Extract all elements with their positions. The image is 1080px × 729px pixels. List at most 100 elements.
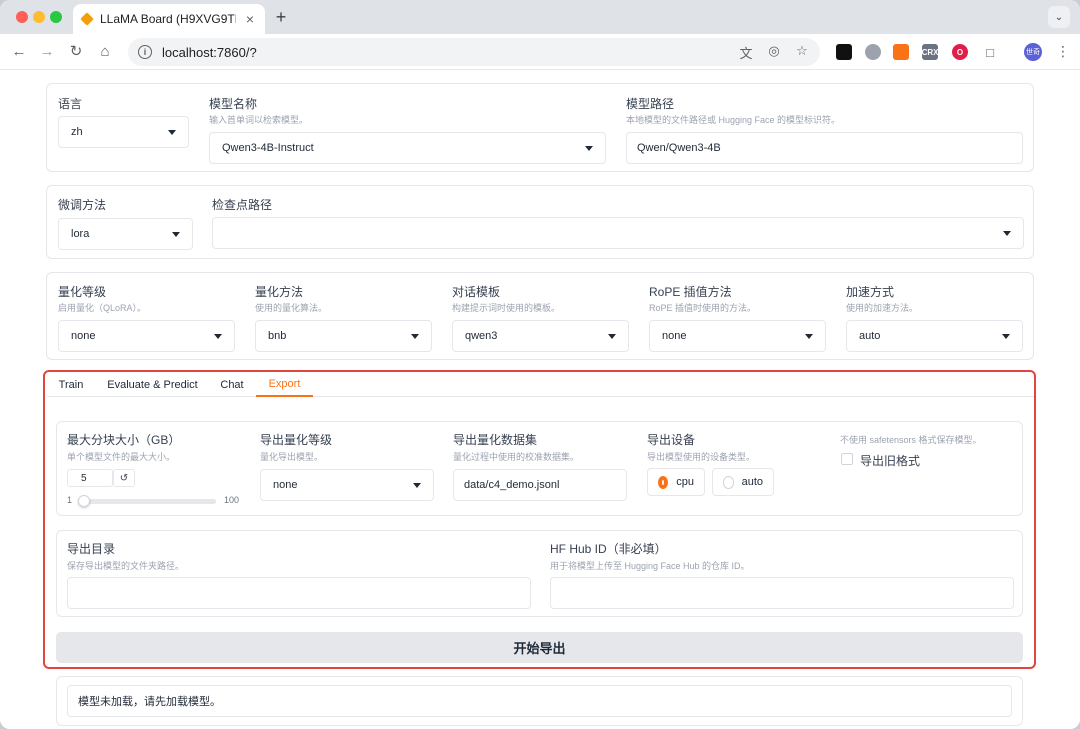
bookmark-star-icon[interactable]: ☆ (794, 43, 810, 62)
dropdown-caret-icon (1002, 333, 1010, 339)
export-quant-dataset-info: 量化过程中使用的校准数据集。 (453, 452, 580, 462)
dropdown-caret-icon (413, 482, 421, 488)
browser-menu-icon[interactable]: ⋮ (1056, 43, 1070, 60)
output-info-box: 模型未加载，请先加载模型。 (67, 685, 1012, 717)
page-content: 语言 zh 模型名称 输入首单词以检索模型。 Qwen3-4B-Instruct… (0, 70, 1080, 729)
maximize-window-button[interactable] (50, 11, 62, 23)
tab-evaluate-predict[interactable]: Evaluate & Predict (98, 372, 207, 397)
hide-icon[interactable]: ◎ (766, 43, 782, 62)
rope-dropdown[interactable]: none (649, 320, 826, 352)
model-name-info: 输入首单词以检索模型。 (209, 115, 309, 125)
quant-method-dropdown[interactable]: bnb (255, 320, 432, 352)
reset-icon[interactable]: ↺ (113, 469, 135, 487)
model-name-value: Qwen3-4B-Instruct (222, 142, 314, 154)
tab-export[interactable]: Export (256, 372, 313, 397)
reload-icon[interactable]: ↻ (67, 43, 85, 61)
slider-min-label: 1 (67, 495, 73, 505)
booster-dropdown[interactable]: auto (846, 320, 1023, 352)
export-highlight-frame (43, 370, 1036, 669)
checkpoint-dropdown[interactable] (212, 217, 1024, 249)
language-dropdown[interactable]: zh (58, 116, 189, 148)
device-option-auto[interactable]: auto (712, 468, 774, 496)
site-info-icon[interactable]: i (138, 45, 152, 59)
quant-bit-value: none (71, 330, 96, 342)
tab-train[interactable]: Train (47, 372, 95, 397)
tab-search-chevron-icon[interactable]: ⌄ (1048, 6, 1070, 28)
browser-tab[interactable]: LLaMA Board (H9XVG9TD99 × (73, 4, 265, 34)
export-device-label: 导出设备 (647, 433, 696, 447)
finetune-method-dropdown[interactable]: lora (58, 218, 193, 250)
extension-icon[interactable] (836, 44, 852, 60)
dropdown-caret-icon (608, 333, 616, 339)
template-dropdown[interactable]: qwen3 (452, 320, 629, 352)
url-text[interactable]: localhost:7860/? (162, 45, 257, 60)
model-path-info: 本地模型的文件路径或 Hugging Face 的模型标识符。 (626, 115, 841, 125)
quant-method-info: 使用的量化算法。 (255, 303, 328, 313)
quant-bit-dropdown[interactable]: none (58, 320, 235, 352)
forward-icon[interactable]: → (38, 43, 56, 61)
browser-window: LLaMA Board (H9XVG9TD99 × + ⌄ ← → ↻ ⌂ i … (0, 0, 1080, 729)
model-panel: 语言 zh 模型名称 输入首单词以检索模型。 Qwen3-4B-Instruct… (46, 83, 1034, 172)
booster-value: auto (859, 330, 881, 342)
export-device-info: 导出模型使用的设备类型。 (647, 452, 756, 462)
address-bar[interactable]: i localhost:7860/? 文 ◎ ☆ (128, 38, 820, 66)
close-tab-icon[interactable]: × (243, 11, 257, 27)
export-quant-bit-info: 量化导出模型。 (260, 452, 324, 462)
shard-size-input[interactable]: 5 (67, 469, 113, 487)
rope-info: RoPE 插值时使用的方法。 (649, 303, 757, 313)
finetune-method-label: 微调方法 (58, 198, 107, 212)
output-panel: 模型未加载，请先加载模型。 (56, 676, 1023, 726)
dropdown-caret-icon (214, 333, 222, 339)
tab-title: LLaMA Board (H9XVG9TD99 (100, 12, 236, 26)
translate-icon[interactable]: 文 (738, 43, 754, 62)
quant-method-label: 量化方法 (255, 285, 304, 299)
opera-extension-icon[interactable]: O (952, 44, 968, 60)
dropdown-caret-icon (805, 333, 813, 339)
checkpoint-label: 检查点路径 (212, 198, 273, 212)
device-option-label: cpu (676, 476, 694, 488)
dropdown-caret-icon (411, 333, 419, 339)
home-icon[interactable]: ⌂ (96, 43, 114, 61)
quant-method-value: bnb (268, 330, 287, 342)
radio-unselected-icon (723, 475, 734, 489)
title-bar: LLaMA Board (H9XVG9TD99 × + ⌄ (0, 0, 1080, 34)
hub-id-input[interactable] (550, 577, 1014, 609)
device-option-cpu[interactable]: cpu (647, 468, 705, 496)
rope-value: none (662, 330, 687, 342)
quant-bit-label: 量化等级 (58, 285, 107, 299)
model-path-input[interactable]: Qwen/Qwen3-4B (626, 132, 1023, 164)
shard-size-slider[interactable] (78, 495, 216, 507)
hub-id-info: 用于将模型上传至 Hugging Face Hub 的仓库 ID。 (550, 561, 750, 571)
tab-bar: Train Evaluate & Predict Chat Export (47, 372, 1034, 397)
language-label: 语言 (58, 97, 83, 111)
new-tab-button[interactable]: + (271, 7, 291, 28)
profile-avatar[interactable]: 世奇 (1024, 43, 1042, 61)
advanced-panel: 量化等级 启用量化（QLoRA）。 none 量化方法 使用的量化算法。 bnb… (46, 272, 1034, 360)
extension-icon[interactable] (893, 44, 909, 60)
minimize-window-button[interactable] (33, 11, 45, 23)
template-label: 对话模板 (452, 285, 501, 299)
model-name-dropdown[interactable]: Qwen3-4B-Instruct (209, 132, 606, 164)
finetune-method-value: lora (71, 228, 90, 240)
language-value: zh (71, 126, 83, 138)
export-legacy-info: 不使用 safetensors 格式保存模型。 (840, 435, 982, 445)
export-legacy-label[interactable]: 导出旧格式 (860, 452, 920, 469)
tab-chat[interactable]: Chat (210, 372, 254, 397)
extensions-puzzle-icon[interactable]: □ (982, 44, 998, 60)
close-window-button[interactable] (16, 11, 28, 23)
export-quant-dataset-input[interactable]: data/c4_demo.jsonl (453, 469, 627, 501)
booster-label: 加速方式 (846, 285, 895, 299)
shard-size-label: 最大分块大小（GB） (67, 433, 181, 447)
back-icon[interactable]: ← (10, 43, 28, 61)
dropdown-caret-icon (585, 145, 593, 151)
rope-label: RoPE 插值方法 (649, 285, 732, 299)
start-export-button[interactable]: 开始导出 (56, 632, 1023, 663)
export-quant-bit-label: 导出量化等级 (260, 433, 333, 447)
model-name-label: 模型名称 (209, 97, 258, 111)
crx-extension-icon[interactable]: CRX (922, 44, 938, 60)
export-legacy-checkbox[interactable] (841, 453, 853, 465)
extension-icon[interactable] (865, 44, 881, 60)
slider-thumb[interactable] (78, 495, 91, 507)
export-quant-bit-dropdown[interactable]: none (260, 469, 434, 501)
export-dir-input[interactable] (67, 577, 531, 609)
